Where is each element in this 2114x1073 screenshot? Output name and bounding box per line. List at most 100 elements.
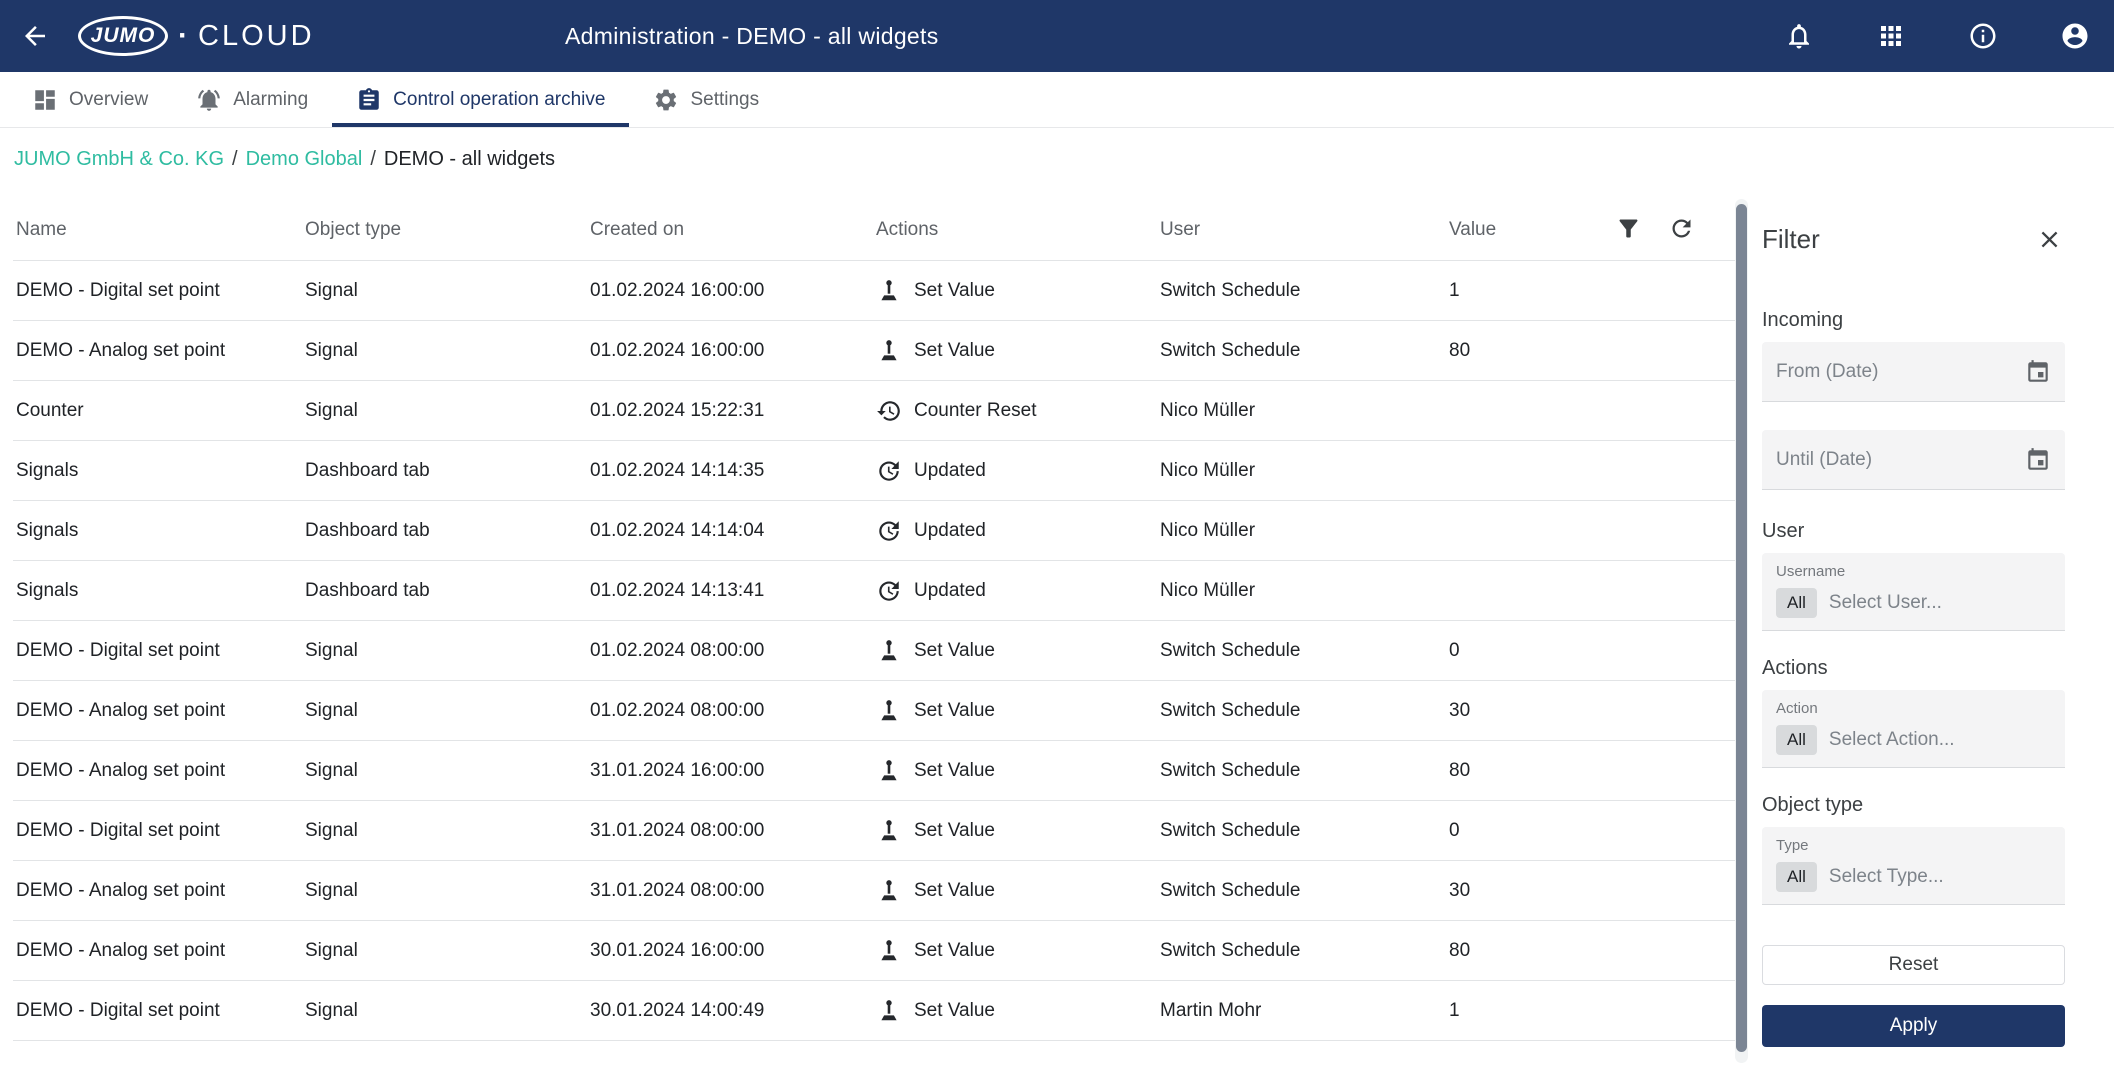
tab-bar: Overview Alarming Control operation arch… (0, 72, 2114, 128)
from-date-field[interactable]: From (Date) (1762, 342, 2065, 402)
table-scrollbar-thumb[interactable] (1736, 204, 1747, 1052)
type-select-field[interactable]: Type All Select Type... (1762, 827, 2065, 905)
action-type-icon (876, 518, 902, 544)
topbar-actions (1778, 15, 2096, 57)
filter-panel-header: Filter (1762, 223, 2065, 255)
table-filter-button[interactable] (1615, 215, 1642, 245)
breadcrumb-group-link[interactable]: Demo Global (246, 148, 363, 171)
action-all-chip[interactable]: All (1776, 725, 1817, 755)
cell-user: Switch Schedule (1160, 699, 1301, 721)
action-select-field[interactable]: Action All Select Action... (1762, 690, 2065, 768)
cell-user: Switch Schedule (1160, 819, 1301, 841)
action-label: Set Value (914, 699, 995, 721)
table-row: DEMO - Digital set point Signal 30.01.20… (13, 981, 1735, 1041)
table-row: DEMO - Digital set point Signal 31.01.20… (13, 801, 1735, 861)
column-header-actions: Actions (876, 218, 939, 240)
user-section-label: User (1762, 520, 1805, 542)
cell-action: Set Value (876, 758, 1160, 784)
jumo-logo-oval: JUMO (78, 16, 168, 56)
action-type-icon (876, 938, 902, 964)
calendar-icon[interactable] (2025, 359, 2051, 385)
tab-alarming[interactable]: Alarming (172, 72, 332, 127)
jumo-cloud-logo: JUMO · CLOUD (78, 16, 315, 56)
action-label: Set Value (914, 279, 995, 301)
cell-object-type: Signal (305, 999, 358, 1021)
cell-object-type: Signal (305, 399, 358, 421)
calendar-icon[interactable] (2025, 447, 2051, 473)
cell-user: Switch Schedule (1160, 279, 1301, 301)
tab-settings[interactable]: Settings (629, 72, 783, 127)
cell-value: 80 (1449, 939, 1471, 961)
object-type-section-label: Object type (1762, 794, 1864, 816)
action-type-icon (876, 458, 902, 484)
cell-action: Set Value (876, 338, 1160, 364)
cell-value: 80 (1449, 759, 1471, 781)
filter-close-button[interactable] (2033, 223, 2065, 255)
back-button[interactable] (14, 15, 56, 57)
user-all-chip[interactable]: All (1776, 588, 1817, 618)
table-header-tools (1615, 215, 1735, 245)
action-label: Updated (914, 519, 986, 541)
cell-user: Switch Schedule (1160, 639, 1301, 661)
column-header-created-on: Created on (590, 218, 685, 240)
tab-label: Overview (69, 88, 149, 110)
cell-action: Updated (876, 518, 1160, 544)
tab-label: Alarming (233, 88, 309, 110)
user-select-field[interactable]: Username All Select User... (1762, 553, 2065, 631)
cell-created-on: 01.02.2024 16:00:00 (590, 339, 765, 361)
action-label: Set Value (914, 939, 995, 961)
page-title: Administration - DEMO - all widgets (565, 22, 939, 49)
cell-name: DEMO - Digital set point (16, 819, 220, 841)
table-scrollbar[interactable] (1735, 199, 1748, 1063)
column-header-user: User (1160, 218, 1201, 240)
type-all-chip[interactable]: All (1776, 862, 1817, 892)
cell-name: DEMO - Analog set point (16, 339, 226, 361)
tab-control-operation-archive[interactable]: Control operation archive (332, 72, 630, 127)
actions-section-label: Actions (1762, 657, 1828, 679)
action-select-row: All Select Action... (1776, 725, 2051, 755)
apps-button[interactable] (1870, 15, 1912, 57)
until-date-field[interactable]: Until (Date) (1762, 430, 2065, 490)
cell-name: DEMO - Analog set point (16, 699, 226, 721)
cell-value: 1 (1449, 999, 1460, 1021)
cell-created-on: 30.01.2024 16:00:00 (590, 939, 765, 961)
username-field-label: Username (1776, 563, 1846, 580)
cell-action: Updated (876, 458, 1160, 484)
breadcrumb-separator: / (370, 148, 376, 170)
notifications-button[interactable] (1778, 15, 1820, 57)
filter-panel-title: Filter (1762, 223, 1820, 254)
filter-panel: Filter Incoming From (Date) Until (Date)… (1762, 199, 2065, 1047)
cell-object-type: Signal (305, 939, 358, 961)
cell-action: Set Value (876, 638, 1160, 664)
incoming-section-label: Incoming (1762, 309, 1844, 331)
table-refresh-button[interactable] (1668, 215, 1695, 245)
until-date-placeholder: Until (Date) (1776, 448, 1873, 470)
tab-overview[interactable]: Overview (8, 72, 172, 127)
account-button[interactable] (2054, 15, 2096, 57)
cell-object-type: Signal (305, 699, 358, 721)
action-type-icon (876, 878, 902, 904)
updated-icon (879, 520, 899, 541)
type-field-label: Type (1776, 837, 1809, 854)
account-icon (2062, 23, 2088, 49)
action-type-icon (876, 338, 902, 364)
user-select-row: All Select User... (1776, 588, 2051, 618)
cell-object-type: Signal (305, 879, 358, 901)
cell-created-on: 30.01.2024 14:00:49 (590, 999, 765, 1021)
set-value-icon (881, 819, 897, 840)
reset-button[interactable]: Reset (1762, 945, 2065, 985)
breadcrumb-company-link[interactable]: JUMO GmbH & Co. KG (14, 148, 224, 171)
set-value-icon (881, 759, 897, 780)
cell-user: Switch Schedule (1160, 759, 1301, 781)
action-label: Updated (914, 459, 986, 481)
jumo-logo-text: JUMO (90, 24, 156, 47)
cell-name: DEMO - Analog set point (16, 939, 226, 961)
tab-label: Settings (690, 88, 760, 110)
alarm-bell-icon (198, 89, 220, 111)
cell-value: 1 (1449, 279, 1460, 301)
table-row: DEMO - Analog set point Signal 01.02.202… (13, 321, 1735, 381)
info-button[interactable] (1962, 15, 2004, 57)
cell-action: Set Value (876, 938, 1160, 964)
apply-button[interactable]: Apply (1762, 1005, 2065, 1047)
action-label: Set Value (914, 759, 995, 781)
